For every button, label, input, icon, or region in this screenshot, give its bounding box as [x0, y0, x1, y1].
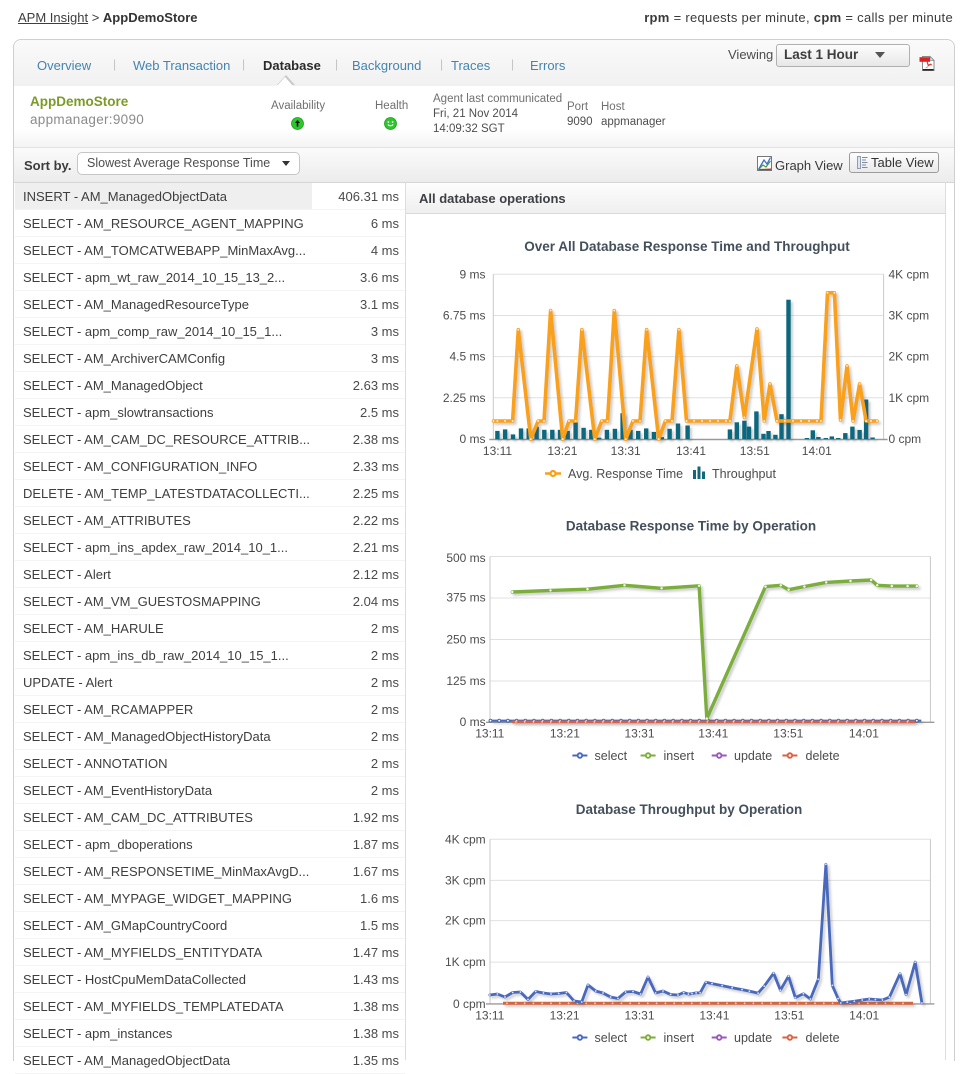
svg-text:13:51: 13:51 [774, 1009, 804, 1023]
svg-text:4K cpm: 4K cpm [445, 832, 486, 846]
svg-text:13:41: 13:41 [676, 444, 706, 458]
svg-text:13:41: 13:41 [698, 727, 728, 741]
svg-text:update: update [734, 749, 772, 763]
svg-text:13:31: 13:31 [624, 727, 654, 741]
svg-text:insert: insert [664, 1031, 695, 1045]
svg-text:250 ms: 250 ms [446, 632, 485, 646]
svg-text:Database Response Time by Oper: Database Response Time by Operation [566, 519, 816, 534]
svg-text:13:31: 13:31 [624, 1009, 654, 1023]
svg-text:13:51: 13:51 [773, 727, 803, 741]
svg-text:13:11: 13:11 [475, 727, 504, 741]
svg-text:select: select [595, 1031, 628, 1045]
svg-text:update: update [734, 1031, 772, 1045]
svg-text:125 ms: 125 ms [446, 674, 485, 688]
svg-text:14:01: 14:01 [802, 444, 832, 458]
svg-text:2K cpm: 2K cpm [889, 350, 930, 364]
svg-text:500 ms: 500 ms [446, 551, 485, 565]
svg-text:4.5 ms: 4.5 ms [449, 350, 485, 364]
svg-text:13:11: 13:11 [483, 444, 512, 458]
svg-text:0 cpm: 0 cpm [889, 432, 922, 446]
svg-text:delete: delete [806, 749, 840, 763]
svg-text:Database Throughput by Operati: Database Throughput by Operation [576, 802, 803, 817]
svg-text:Throughput: Throughput [712, 467, 776, 481]
svg-text:Over All Database Response Tim: Over All Database Response Time and Thro… [524, 239, 850, 254]
svg-text:insert: insert [664, 749, 695, 763]
svg-text:14:01: 14:01 [849, 727, 879, 741]
svg-text:Avg. Response Time: Avg. Response Time [568, 467, 683, 481]
svg-text:13:21: 13:21 [550, 1009, 580, 1023]
svg-text:13:21: 13:21 [547, 444, 577, 458]
svg-text:13:51: 13:51 [740, 444, 770, 458]
svg-text:0 ms: 0 ms [459, 432, 485, 446]
svg-text:1K cpm: 1K cpm [889, 391, 930, 405]
svg-text:13:21: 13:21 [550, 727, 580, 741]
svg-text:375 ms: 375 ms [446, 591, 485, 605]
svg-text:13:11: 13:11 [475, 1009, 504, 1023]
svg-text:2.25 ms: 2.25 ms [443, 391, 486, 405]
svg-text:13:41: 13:41 [699, 1009, 729, 1023]
svg-text:3K cpm: 3K cpm [445, 873, 486, 887]
svg-text:delete: delete [806, 1031, 840, 1045]
svg-text:3K cpm: 3K cpm [889, 309, 930, 323]
svg-text:13:31: 13:31 [611, 444, 641, 458]
svg-text:9 ms: 9 ms [459, 267, 485, 281]
svg-text:1K cpm: 1K cpm [445, 955, 486, 969]
svg-text:14:01: 14:01 [849, 1009, 879, 1023]
svg-text:4K cpm: 4K cpm [889, 267, 930, 281]
svg-text:6.75 ms: 6.75 ms [443, 309, 486, 323]
svg-text:select: select [595, 749, 628, 763]
svg-text:2K cpm: 2K cpm [445, 914, 486, 928]
